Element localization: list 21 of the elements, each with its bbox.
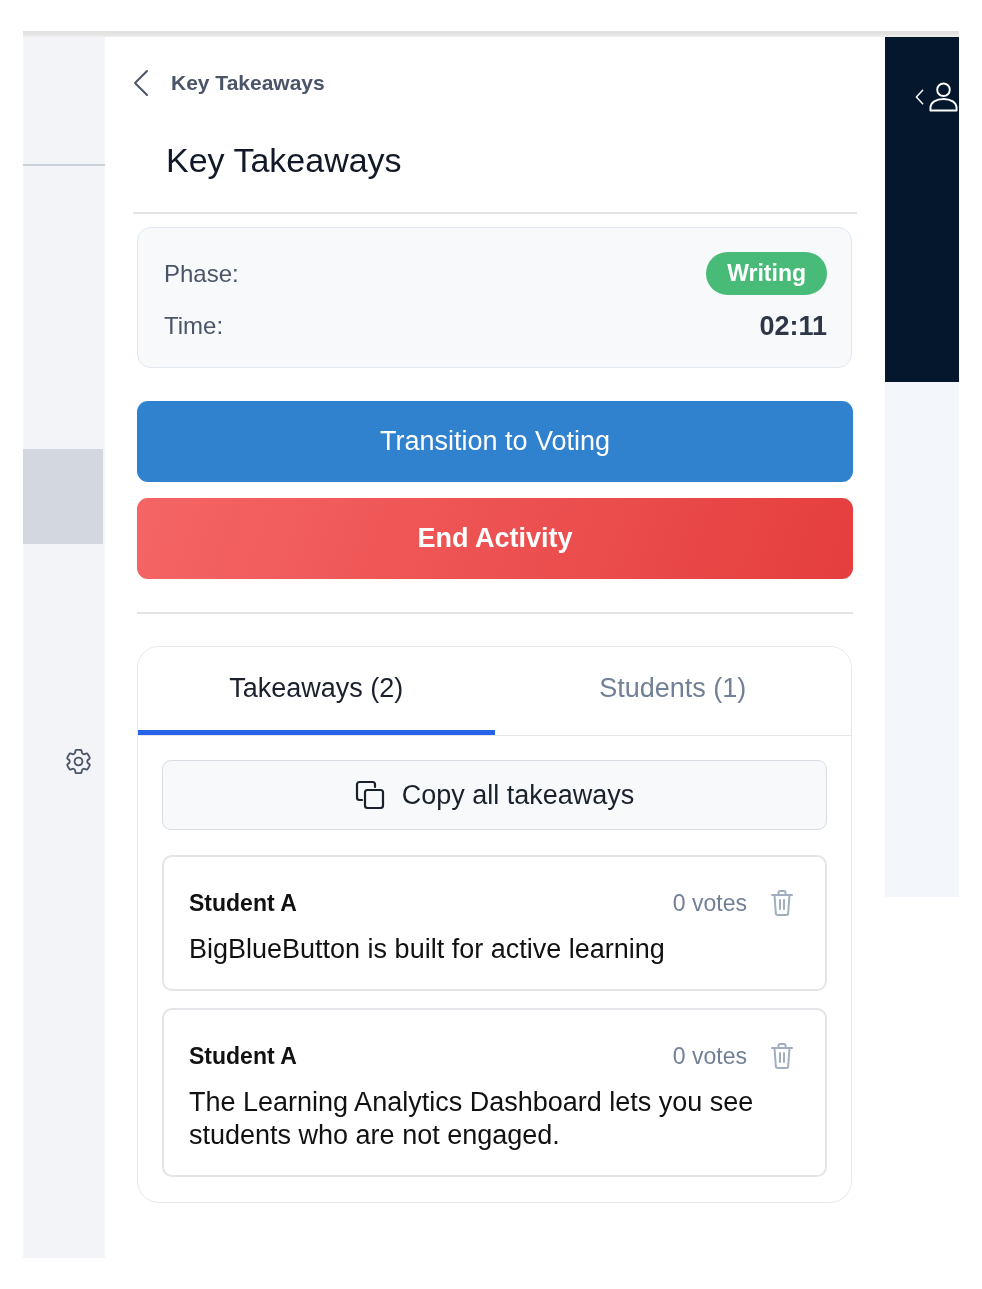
panel-title: Key Takeaways — [166, 140, 403, 180]
phase-label: Phase: — [164, 259, 239, 288]
person-icon[interactable] — [929, 82, 958, 112]
copy-all-button[interactable]: Copy all takeaways — [162, 760, 827, 830]
time-label: Time: — [164, 312, 224, 340]
back-button[interactable]: Key Takeaways — [133, 69, 325, 97]
settings-icon[interactable] — [66, 749, 91, 774]
end-activity-button[interactable]: End Activity — [137, 498, 853, 579]
vote-count: 0 votes — [672, 1042, 747, 1070]
phase-badge: Writing — [706, 252, 827, 295]
chevron-left-icon[interactable] — [915, 88, 924, 106]
tab[interactable]: Takeaways (2) — [138, 647, 495, 735]
student-name: Student A — [189, 1042, 298, 1070]
transition-button[interactable]: Transition to Voting — [137, 401, 853, 482]
takeaway-text: BigBlueButton is built for active learning — [189, 933, 666, 966]
vote-count: 0 votes — [672, 889, 747, 917]
time-value: 02:11 — [759, 310, 827, 342]
takeaway-text: The Learning Analytics Dashboard lets you see students who are not engaged. — [189, 1086, 755, 1152]
chevron-left-icon — [133, 69, 149, 97]
copy-icon — [354, 780, 385, 810]
student-name: Student A — [189, 889, 298, 917]
